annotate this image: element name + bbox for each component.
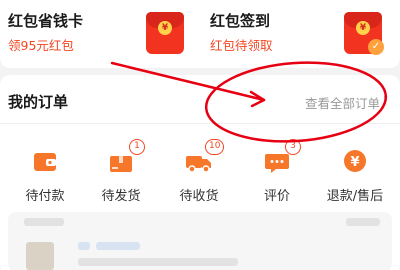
checkin-card[interactable]: 红包签到 红包待领取 ¥ ✓	[210, 6, 392, 56]
blurred-text	[78, 242, 90, 250]
savings-card-title: 红包省钱卡	[8, 12, 84, 30]
order-status-label: 待付款	[25, 189, 65, 204]
order-status-label: 退款/售后	[326, 189, 384, 204]
blurred-text	[346, 218, 380, 226]
red-envelope-check-icon: ¥ ✓	[344, 12, 384, 55]
promo-banner: 红包省钱卡 领95元红包 ¥ 红包签到 红包待领取 ¥ ✓	[0, 0, 400, 68]
red-envelope-icon: ¥	[146, 12, 184, 54]
check-icon: ✓	[368, 39, 384, 55]
wallet-icon	[34, 153, 56, 171]
pending-receipt-badge: 10	[205, 139, 225, 155]
order-status-review[interactable]: 3 评价	[237, 139, 317, 204]
order-status-label: 待发货	[101, 189, 141, 204]
order-status-pending-payment[interactable]: 待付款	[5, 143, 85, 204]
coin-icon: ¥	[158, 21, 172, 35]
product-thumbnail	[26, 242, 54, 270]
view-all-orders-link[interactable]: 查看全部订单	[305, 93, 380, 112]
coin-icon: ¥	[356, 21, 370, 35]
svg-text:¥: ¥	[350, 155, 359, 170]
chevron-right-icon[interactable]: ›	[383, 92, 388, 107]
checkin-card-subtitle: 红包待领取	[210, 38, 273, 53]
recent-order-card[interactable]	[8, 212, 392, 270]
order-status-pending-shipment[interactable]: 1 待发货	[81, 139, 161, 204]
blurred-text	[96, 242, 140, 250]
savings-card-subtitle: 领95元红包	[8, 38, 74, 53]
order-status-pending-receipt[interactable]: 10 待收货	[159, 139, 239, 204]
savings-card[interactable]: 红包省钱卡 领95元红包 ¥	[8, 6, 196, 56]
checkin-card-title: 红包签到	[210, 12, 271, 30]
divider	[0, 123, 400, 124]
order-status-label: 评价	[263, 189, 290, 204]
order-status-label: 待收货	[179, 189, 219, 204]
order-status-refund[interactable]: ¥ 退款/售后	[315, 143, 395, 204]
blurred-text	[78, 258, 238, 266]
review-badge: 3	[285, 139, 301, 155]
pending-shipment-badge: 1	[129, 139, 145, 155]
refund-icon: ¥	[344, 150, 366, 172]
section-title: 我的订单	[8, 93, 69, 111]
blurred-text	[24, 218, 64, 226]
